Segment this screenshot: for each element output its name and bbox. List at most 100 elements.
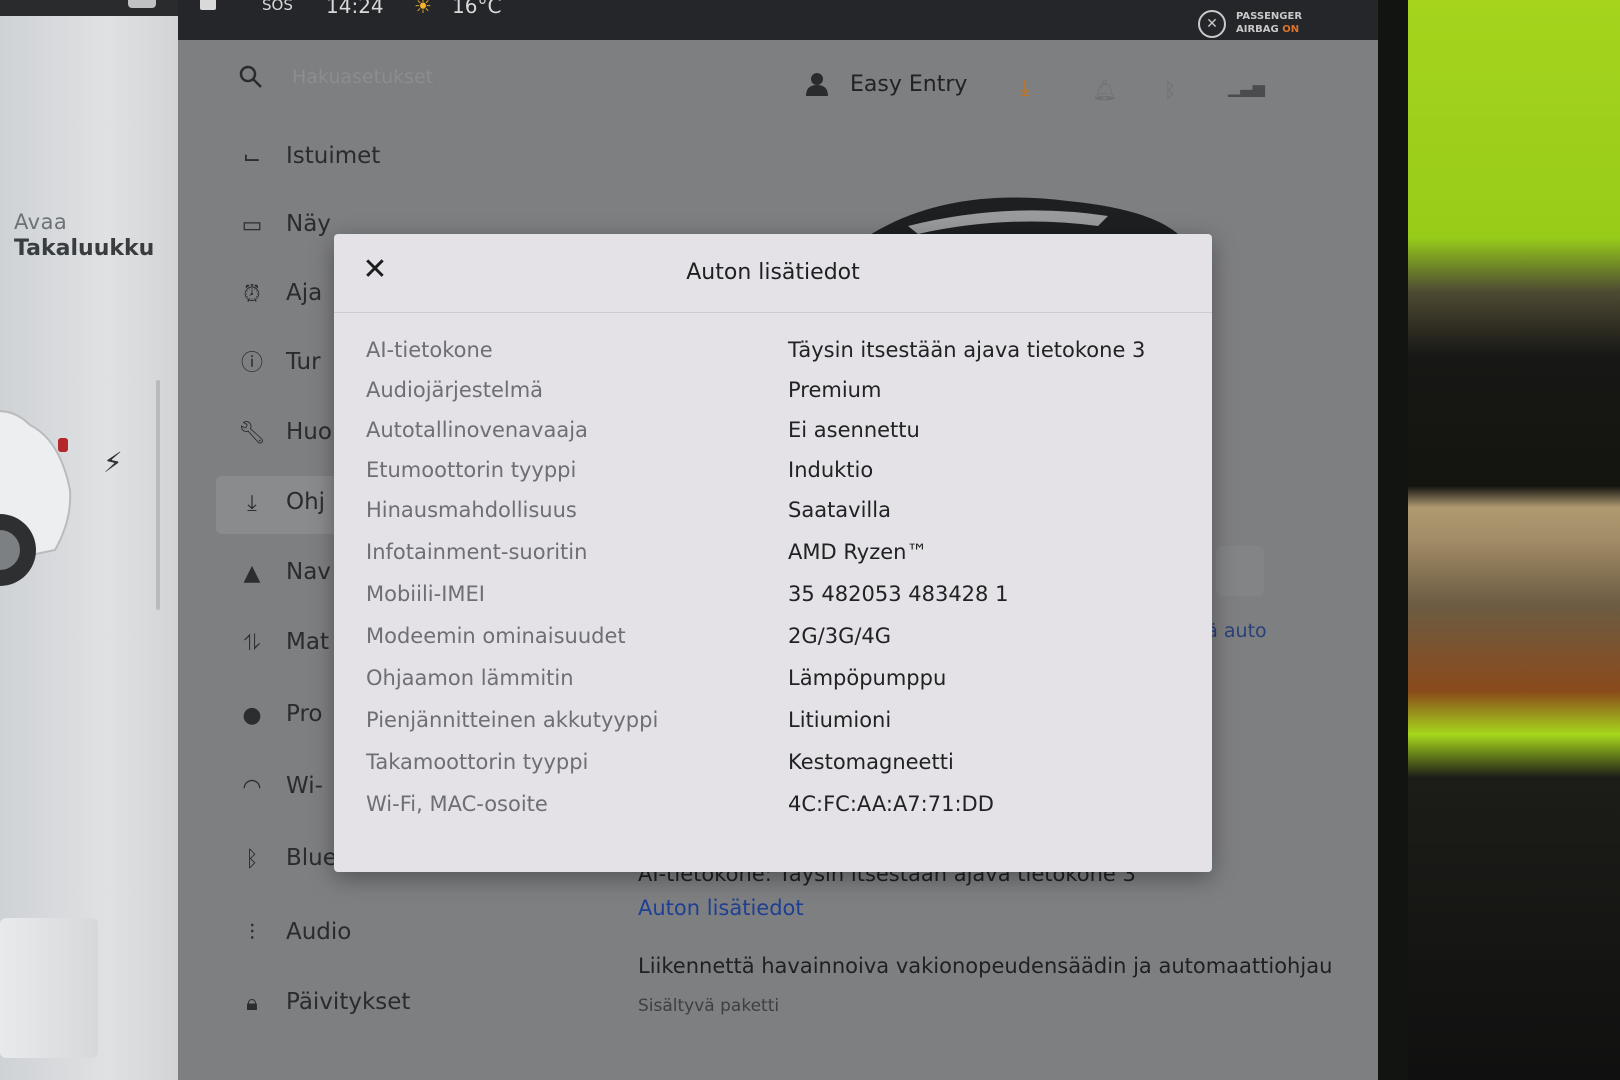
scrollbar[interactable] (156, 380, 160, 610)
display-icon: ▭ (241, 213, 263, 238)
lte-signal-icon: ▁▃▅ (1228, 78, 1265, 97)
spec-value: AMD Ryzen™ (788, 540, 928, 564)
sos-indicator[interactable]: SOS (262, 0, 293, 14)
route-icon: ⥮ (244, 631, 260, 656)
trunk-action: Avaa (14, 210, 68, 234)
spec-value: Premium (788, 378, 882, 402)
spec-row: Wi-Fi, MAC-osoite 4C:FC:AA:A7:71:DD (366, 792, 1186, 824)
close-icon[interactable]: ✕ (360, 255, 390, 286)
lock-status-icon (200, 0, 216, 10)
search-icon[interactable] (238, 64, 264, 90)
sidebar-item-updates[interactable]: 🔒︎ Päivitykset (216, 976, 410, 1034)
spec-value: Kestomagneetti (788, 750, 954, 774)
spec-label: Pienjännitteinen akkutyyppi (366, 708, 659, 732)
seat-icon: ⌙ (242, 145, 262, 170)
spec-label: Wi-Fi, MAC-osoite (366, 792, 548, 816)
spec-label: Audiojärjestelmä (366, 378, 544, 402)
sidebar-item-label: Istuimet (286, 143, 381, 169)
sidebar-item-label: Aja (286, 280, 323, 306)
spec-row: Mobiili-IMEI 35 482053 483428 1 (366, 582, 1186, 614)
search-input[interactable]: Hakuasetukset (292, 66, 433, 88)
navigation-icon: ▲ (243, 561, 261, 586)
spec-value: 4C:FC:AA:A7:71:DD (788, 792, 994, 816)
spec-value: 35 482053 483428 1 (788, 582, 1009, 606)
spec-label: Hinausmahdollisuus (366, 498, 577, 522)
spec-label: Takamoottorin tyyppi (366, 750, 589, 774)
spec-label: Ohjaamon lämmitin (366, 666, 574, 690)
sidebar-item-label: Wi- (286, 773, 323, 799)
airbag-line2: AIRBAG (1236, 24, 1279, 35)
spec-value: Ei asennettu (788, 418, 920, 442)
battery-icon (128, 0, 156, 8)
bluetooth-icon[interactable]: ᛒ (1164, 78, 1176, 102)
airbag-icon: ✕ (1198, 10, 1226, 38)
sidebar-item-label: Mat (286, 629, 329, 655)
bluetooth-icon: ᛒ (245, 847, 259, 872)
spec-row: Takamoottorin tyyppi Kestomagneetti (366, 750, 1186, 782)
vehicle-info-section: AI-tietokone: Täysin itsestään ajava tie… (638, 862, 1338, 1016)
screen-bezel-edge (1378, 0, 1408, 1080)
passenger-airbag-indicator: ✕ PASSENGER AIRBAG ON (1198, 10, 1328, 40)
sidebar-item-label: Päivitykset (286, 989, 411, 1015)
spec-row: Autotallinovenavaaja Ei asennettu (366, 418, 1186, 450)
vehicle-panel: Avaa Takaluukku ⚡ (0, 0, 178, 1080)
left-status-strip (0, 0, 178, 16)
sidebar-item-label: Näy (286, 211, 331, 237)
sidebar-item-label: Tur (286, 349, 321, 375)
spec-label: Infotainment-suoritin (366, 540, 588, 564)
spec-value: Saatavilla (788, 498, 891, 522)
settings-topbar: Hakuasetukset Easy Entry ⤓ 🔔︎ ᛒ ▁▃▅ (178, 40, 1323, 126)
divider (334, 312, 1212, 313)
sidebar-item-label: Pro (286, 701, 323, 727)
spec-label: Autotallinovenavaaja (366, 418, 588, 442)
safety-icon: ⓘ (240, 351, 263, 376)
spec-row: Etumoottorin tyyppi Induktio (366, 458, 1186, 490)
dialog-title: Auton lisätiedot (686, 260, 860, 285)
sidebar-item-label: Nav (286, 559, 331, 585)
spec-value: 2G/3G/4G (788, 624, 892, 648)
audio-icon: ⫶ (249, 921, 255, 946)
spec-row: Audiojärjestelmä Premium (366, 378, 1186, 410)
lock-icon: 🔒︎ (246, 991, 258, 1016)
car-top-view (0, 918, 98, 1058)
trunk-label: Takaluukku (14, 236, 155, 261)
spec-label: Etumoottorin tyyppi (366, 458, 577, 482)
sun-icon: ☀ (414, 0, 432, 18)
vehicle-details-dialog: Auton lisätiedot ✕ AI-tietokone Täysin i… (334, 234, 1212, 872)
color-swatch-white[interactable] (1216, 546, 1264, 596)
airbag-state: ON (1282, 24, 1300, 35)
spec-value: Täysin itsestään ajava tietokone 3 (788, 338, 1146, 362)
spec-row: Pienjännitteinen akkutyyppi Litiumioni (366, 708, 1186, 740)
bell-icon[interactable]: 🔔︎ (1092, 78, 1117, 102)
car-image (0, 410, 72, 586)
driver-profile-name[interactable]: Easy Entry (850, 72, 967, 97)
wifi-icon: ◠ (242, 775, 262, 800)
spec-label: Mobiili-IMEI (366, 582, 485, 606)
charging-bolt-icon: ⚡ (103, 446, 123, 479)
clock: 14:24 (326, 0, 384, 18)
spec-label: Modeemin ominaisuudet (366, 624, 626, 648)
outside-temperature: 16°C (452, 0, 502, 18)
download-icon[interactable]: ⤓ (1020, 76, 1030, 101)
autopilot-feature: Liikennettä havainnoiva vakionopeudensää… (638, 954, 1333, 978)
spec-row: Infotainment-suoritin AMD Ryzen™ (366, 540, 1186, 572)
sidebar-item-audio[interactable]: ⫶ Audio (216, 906, 356, 964)
airbag-text: PASSENGER AIRBAG ON (1236, 10, 1302, 36)
spec-row: AI-tietokone Täysin itsestään ajava tiet… (366, 338, 1186, 370)
profile-icon[interactable] (806, 72, 828, 96)
spec-row: Ohjaamon lämmitin Lämpöpumppu (366, 666, 1186, 698)
profile-icon: ● (242, 703, 262, 728)
spec-value: Induktio (788, 458, 874, 482)
spec-row: Modeemin ominaisuudet 2G/3G/4G (366, 624, 1186, 656)
spec-value: Litiumioni (788, 708, 892, 732)
vehicle-details-link[interactable]: Auton lisätiedot (638, 896, 1338, 920)
sidebar-item-label: Huo (286, 419, 332, 445)
spec-label: AI-tietokone (366, 338, 493, 362)
open-trunk-button[interactable]: Avaa Takaluukku (14, 210, 154, 261)
download-icon: ⤓ (247, 491, 257, 516)
spec-row: Hinausmahdollisuus Saatavilla (366, 498, 1186, 530)
autopilot-package: Sisältyvä paketti (638, 996, 780, 1016)
sidebar-item-seats[interactable]: ⌙ Istuimet (216, 130, 381, 188)
spec-value: Lämpöpumppu (788, 666, 947, 690)
wrench-icon: 🔧︎ (238, 421, 266, 446)
